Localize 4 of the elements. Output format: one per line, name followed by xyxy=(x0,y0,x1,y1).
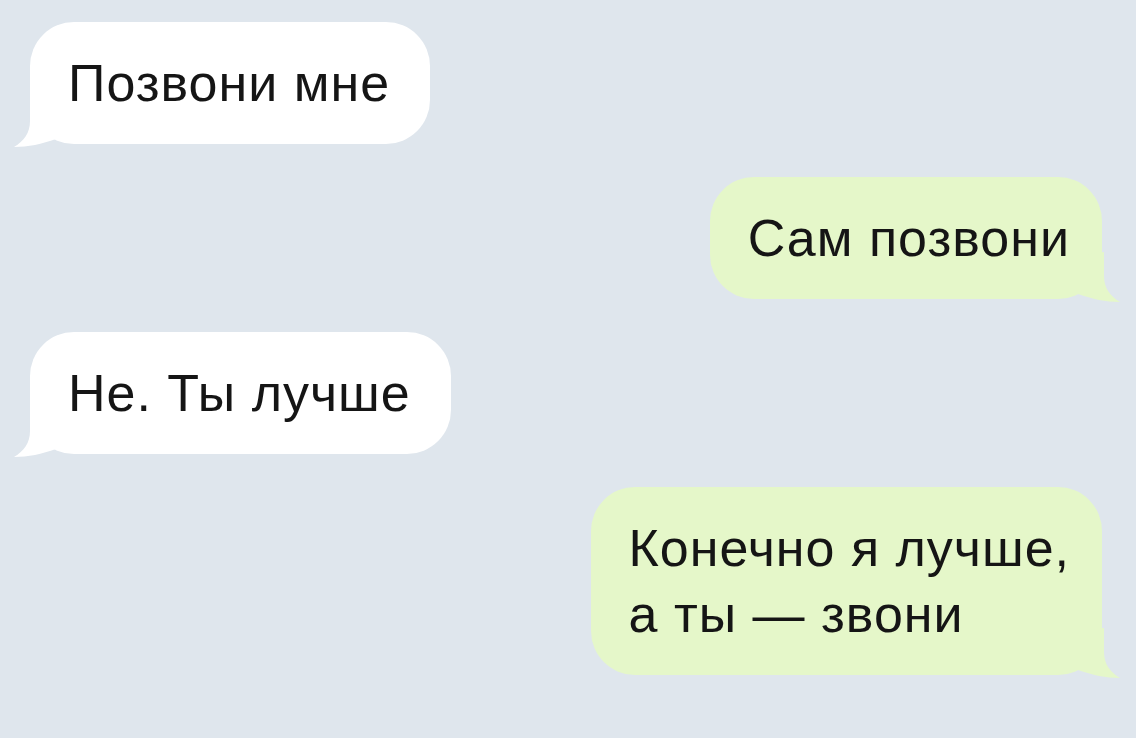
message-bubble: Конечно я лучше, а ты — звони xyxy=(590,487,1120,678)
message-bubble: Не. Ты лучше xyxy=(14,332,451,457)
message-bubble: Позвони мне xyxy=(14,22,431,147)
message-bubble: Сам позвони xyxy=(709,177,1120,302)
